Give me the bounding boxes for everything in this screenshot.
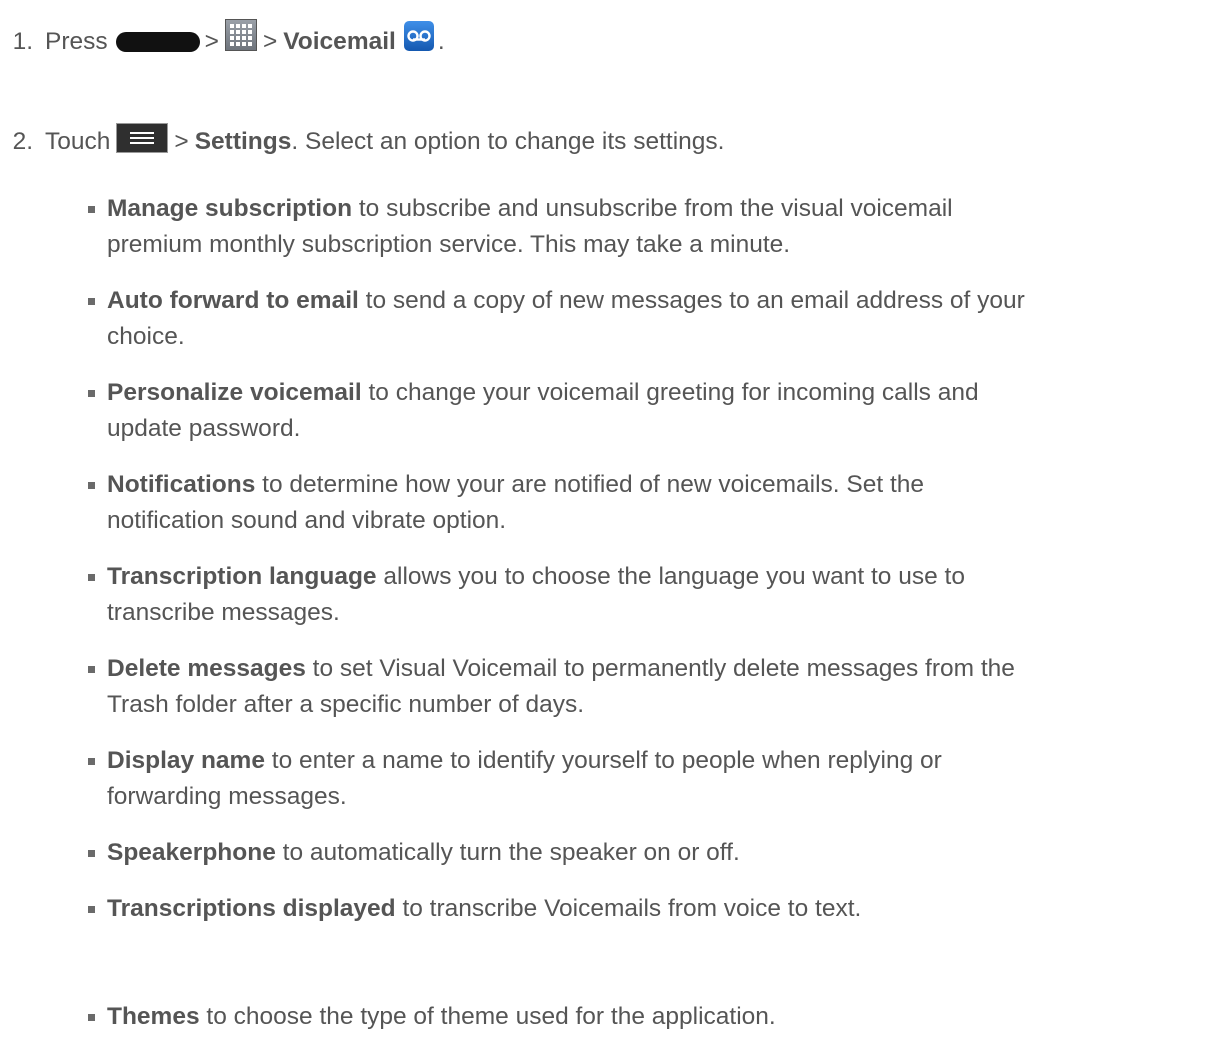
option-description-cont: update password.: [107, 415, 301, 442]
option-term: Manage subscription: [107, 195, 353, 222]
bullet-marker: [88, 758, 95, 765]
option-description: to transcribe Voicemails from voice to t…: [395, 895, 862, 922]
option-description: to enter a name to identify yourself to …: [264, 747, 942, 774]
bullet-marker: [88, 906, 95, 913]
separator: >: [174, 128, 189, 155]
option-term: Transcription language: [107, 563, 377, 590]
list-item: Personalize voicemail to change your voi…: [88, 375, 1207, 447]
list-item: Delete messages to set Visual Voicemail …: [88, 651, 1207, 723]
list-item: Transcription language allows you to cho…: [88, 559, 1207, 631]
voicemail-label: Voicemail: [283, 28, 396, 55]
home-button-icon: [115, 32, 200, 52]
list-item: Display name to enter a name to identify…: [88, 743, 1207, 815]
bullet-marker: [88, 298, 95, 305]
menu-button-icon: [116, 123, 169, 153]
list-item: Notifications to determine how your are …: [88, 467, 1207, 539]
bullet-marker: [88, 390, 95, 397]
step-number: 1.: [12, 28, 33, 55]
step-text-rest: . Select an option to change its setting…: [291, 128, 725, 155]
option-description-cont: transcribe messages.: [107, 599, 340, 626]
bullet-marker: [88, 1014, 95, 1021]
option-term: Themes: [107, 1003, 200, 1030]
list-item: Themes to choose the type of theme used …: [88, 999, 1207, 1035]
option-description: to choose the type of theme used for the…: [199, 1003, 776, 1030]
bullet-marker: [88, 850, 95, 857]
option-term: Transcriptions displayed: [107, 895, 396, 922]
option-description: to change your voicemail greeting for in…: [361, 379, 979, 406]
option-term: Personalize voicemail: [107, 379, 362, 406]
step-2: 2. Touch > Settings . Select an option t…: [0, 122, 724, 162]
step-end: .: [437, 28, 445, 55]
option-term: Auto forward to email: [107, 287, 359, 314]
step-text-press: Press: [45, 28, 108, 55]
option-description-cont: notification sound and vibrate option.: [107, 507, 507, 534]
option-description-cont: premium monthly subscription service. Th…: [107, 231, 791, 258]
step-1: 1. Press > > Voicemail .: [0, 19, 445, 62]
option-description: to automatically turn the speaker on or …: [275, 839, 740, 866]
option-description: to send a copy of new messages to an ema…: [358, 287, 1025, 314]
list-item: Auto forward to email to send a copy of …: [88, 283, 1207, 355]
option-description: to determine how your are notified of ne…: [255, 471, 925, 498]
step-number: 2.: [12, 128, 33, 155]
list-item: Manage subscription to subscribe and uns…: [88, 191, 1207, 263]
voicemail-icon: [403, 21, 434, 51]
option-term: Delete messages: [107, 655, 306, 682]
list-item: Speakerphone to automatically turn the s…: [88, 835, 1207, 871]
option-term: Notifications: [107, 471, 256, 498]
option-description: to set Visual Voicemail to permanently d…: [305, 655, 1015, 682]
option-description: allows you to choose the language you wa…: [376, 563, 965, 590]
separator: >: [204, 28, 219, 55]
option-description: to subscribe and unsubscribe from the vi…: [352, 195, 953, 222]
option-term: Display name: [107, 747, 265, 774]
bullet-marker: [88, 574, 95, 581]
option-term: Speakerphone: [107, 839, 276, 866]
list-item: Transcriptions displayed to transcribe V…: [88, 891, 1207, 927]
step-text-touch: Touch: [45, 128, 111, 155]
option-description-cont: forwarding messages.: [107, 783, 347, 810]
option-description-cont: choice.: [107, 323, 185, 350]
bullet-marker: [88, 206, 95, 213]
bullet-marker: [88, 482, 95, 489]
settings-label: Settings: [194, 128, 292, 155]
option-description-cont: Trash folder after a specific number of …: [107, 691, 585, 718]
separator: >: [262, 28, 278, 55]
bullet-marker: [88, 666, 95, 673]
apps-icon: [224, 19, 257, 51]
